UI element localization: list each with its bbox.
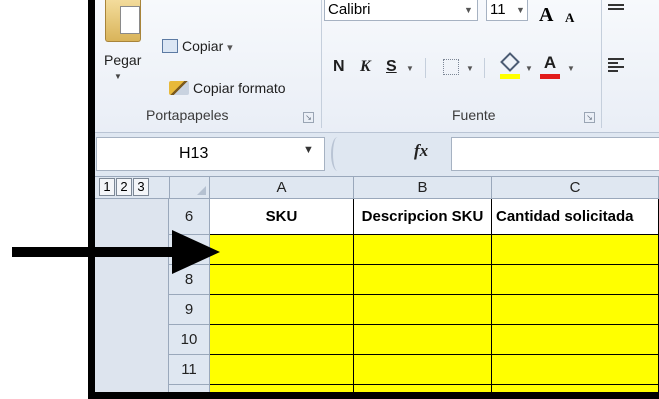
column-header-b[interactable]: B <box>354 177 492 198</box>
copy-dropdown-icon[interactable]: ▾ <box>227 42 233 54</box>
window-frame-left <box>88 0 95 399</box>
font-color-swatch <box>540 74 560 79</box>
underline-button[interactable]: S <box>386 58 397 76</box>
cell-c11[interactable] <box>492 355 659 385</box>
cell-c7[interactable] <box>492 235 659 265</box>
grow-font-button[interactable]: A <box>539 4 553 27</box>
copy-button[interactable]: Copiar ▾ <box>162 38 233 54</box>
cell-a7[interactable] <box>210 235 354 265</box>
cell-b9[interactable] <box>354 295 492 325</box>
cell-c8[interactable] <box>492 265 659 295</box>
formula-bar: H13 ▼ fx <box>95 133 659 176</box>
paint-bucket-icon <box>500 52 520 72</box>
clipboard-launcher-icon[interactable]: ↘ <box>303 112 314 123</box>
font-name-dropdown-icon[interactable]: ▼ <box>464 5 473 15</box>
cell-b7[interactable] <box>354 235 492 265</box>
cell-a8[interactable] <box>210 265 354 295</box>
bold-button[interactable]: N <box>333 58 345 76</box>
font-group-label: Fuente <box>452 107 496 123</box>
outline-level-buttons: 1 2 3 <box>99 178 150 196</box>
table-row: 7 <box>169 235 659 265</box>
annotation-arrow-icon <box>12 230 220 274</box>
fill-color-dropdown-icon[interactable]: ▼ <box>525 64 533 73</box>
borders-icon[interactable] <box>443 59 459 75</box>
name-box-dropdown-icon[interactable]: ▼ <box>303 133 314 167</box>
cell-c6[interactable]: Cantidad solicitada <box>492 199 659 235</box>
row-header-10[interactable]: 10 <box>169 325 210 355</box>
borders-dropdown-icon[interactable]: ▼ <box>466 64 474 73</box>
column-header-a[interactable]: A <box>210 177 354 198</box>
font-color-dropdown-icon[interactable]: ▼ <box>567 64 575 73</box>
row-header-9[interactable]: 9 <box>169 295 210 325</box>
font-size-dropdown-icon[interactable]: ▼ <box>516 5 525 15</box>
cell-a6[interactable]: SKU <box>210 199 354 235</box>
format-painter-label: Copiar formato <box>193 80 286 96</box>
table-row: 11 <box>169 355 659 385</box>
cell-a9[interactable] <box>210 295 354 325</box>
divider <box>484 58 485 78</box>
cell-c9[interactable] <box>492 295 659 325</box>
insert-function-button[interactable]: fx <box>414 141 428 161</box>
window-frame-bottom <box>88 392 659 399</box>
cell-b6[interactable]: Descripcion SKU <box>354 199 492 235</box>
fill-color-button[interactable] <box>500 52 520 79</box>
cell-b11[interactable] <box>354 355 492 385</box>
select-all-button[interactable] <box>169 177 210 198</box>
paste-icon[interactable] <box>105 0 141 42</box>
clipboard-group-label: Portapapeles <box>146 107 229 123</box>
table-row: 9 <box>169 295 659 325</box>
copy-label: Copiar <box>182 38 224 54</box>
font-launcher-icon[interactable]: ↘ <box>584 112 595 123</box>
fill-color-swatch <box>500 74 520 79</box>
italic-button[interactable]: K <box>360 58 371 76</box>
group-divider <box>601 0 602 128</box>
cell-a10[interactable] <box>210 325 354 355</box>
format-painter-button[interactable]: Copiar formato <box>169 80 286 96</box>
font-color-button[interactable]: A <box>540 53 560 79</box>
paste-button[interactable]: Pegar <box>104 52 141 68</box>
formula-bar-divider[interactable] <box>331 137 344 171</box>
font-name-select[interactable]: Calibri <box>324 0 478 21</box>
cell-c10[interactable] <box>492 325 659 355</box>
cell-a11[interactable] <box>210 355 354 385</box>
column-header-c[interactable]: C <box>492 177 659 198</box>
table-row: 6 SKU Descripcion SKU Cantidad solicitad… <box>169 199 659 235</box>
ribbon: Pegar ▼ Copiar ▾ Copiar formato Portapap… <box>95 0 659 133</box>
column-header-bar: 1 2 3 A B C <box>95 176 659 199</box>
table-row: 8 <box>169 265 659 295</box>
row-header-11[interactable]: 11 <box>169 355 210 385</box>
outline-pane <box>95 199 169 392</box>
outline-level-2-button[interactable]: 2 <box>116 178 132 196</box>
font-color-label: A <box>543 53 557 72</box>
group-divider <box>321 0 322 128</box>
format-painter-icon <box>169 81 189 95</box>
cell-b10[interactable] <box>354 325 492 355</box>
paste-dropdown-icon[interactable]: ▼ <box>114 72 122 81</box>
cell-b8[interactable] <box>354 265 492 295</box>
table-row: 10 <box>169 325 659 355</box>
copy-icon <box>162 39 178 53</box>
name-box[interactable]: H13 <box>96 137 325 171</box>
outline-level-3-button[interactable]: 3 <box>133 178 149 196</box>
divider <box>425 58 426 78</box>
shrink-font-button[interactable]: A <box>565 10 574 26</box>
underline-dropdown-icon[interactable]: ▼ <box>406 64 414 73</box>
align-left-icon[interactable] <box>608 58 624 74</box>
align-top-icon[interactable] <box>608 4 624 12</box>
outline-level-1-button[interactable]: 1 <box>99 178 115 196</box>
formula-input[interactable] <box>451 137 659 171</box>
